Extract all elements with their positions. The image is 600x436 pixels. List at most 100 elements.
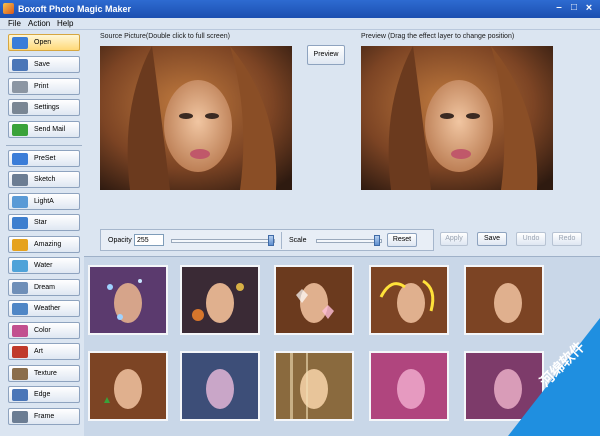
scale-slider-thumb[interactable] [374, 235, 380, 246]
effect-sketch-button[interactable]: Sketch [8, 171, 80, 188]
effect-thumbnail[interactable] [180, 265, 260, 335]
effect-thumbnail[interactable] [369, 351, 449, 421]
preview-picture[interactable] [361, 46, 553, 190]
effect-label: LightA [34, 198, 54, 205]
opacity-label: Opacity [108, 237, 132, 244]
water-icon [12, 260, 28, 272]
scale-slider[interactable] [316, 239, 382, 243]
thumbnail-image [182, 353, 258, 419]
thumbnail-image [371, 353, 447, 419]
redo-button[interactable]: Redo [552, 232, 582, 246]
effect-amazing-button[interactable]: Amazing [8, 236, 80, 253]
effect-label: PreSet [34, 155, 56, 162]
folder-icon [12, 37, 28, 49]
texture-icon [12, 368, 28, 380]
thumbnail-image [276, 353, 352, 419]
effect-thumbnail[interactable] [88, 265, 168, 335]
menu-file[interactable]: File [8, 19, 21, 28]
effect-label: Frame [34, 413, 55, 420]
sketch-icon [12, 174, 28, 186]
open-button[interactable]: Open [8, 34, 80, 51]
open-label: Open [34, 39, 52, 46]
close-button[interactable]: × [582, 2, 596, 15]
minimize-button[interactable]: – [552, 2, 566, 15]
menu-bar: File Action Help [0, 18, 600, 30]
effect-label: Star [34, 219, 47, 226]
reset-button[interactable]: Reset [387, 233, 417, 247]
undo-button[interactable]: Undo [516, 232, 546, 246]
scale-label: Scale [289, 237, 307, 244]
effect-label: Edge [34, 391, 51, 398]
effect-thumbnail[interactable] [180, 351, 260, 421]
star-icon [12, 217, 28, 229]
effect-preset-button[interactable]: PreSet [8, 150, 80, 167]
maximize-button[interactable]: □ [567, 2, 581, 15]
app-icon [3, 3, 14, 14]
opacity-slider-thumb[interactable] [268, 235, 274, 246]
effect-label: Texture [34, 370, 57, 377]
menu-action[interactable]: Action [28, 19, 50, 28]
effect-edge-button[interactable]: Edge [8, 386, 80, 403]
effect-label: Weather [34, 305, 61, 312]
thumbnail-image [90, 353, 166, 419]
save-button[interactable]: Save [8, 56, 80, 73]
effect-thumbnail[interactable] [274, 265, 354, 335]
preview-button[interactable]: Preview [307, 45, 345, 65]
effect-dream-button[interactable]: Dream [8, 279, 80, 296]
frame-icon [12, 411, 28, 423]
print-icon [12, 81, 28, 93]
effect-label: Dream [34, 284, 56, 291]
save-label: Save [34, 61, 50, 68]
edge-icon [12, 389, 28, 401]
settings-button[interactable]: Settings [8, 99, 80, 116]
effect-label: Amazing [34, 241, 62, 248]
thumbnail-image [371, 267, 447, 333]
effect-art-button[interactable]: Art [8, 343, 80, 360]
effect-lighta-button[interactable]: LightA [8, 193, 80, 210]
save-effect-button[interactable]: Save [477, 232, 507, 246]
portrait-image [361, 46, 553, 190]
effect-star-button[interactable]: Star [8, 214, 80, 231]
effect-color-button[interactable]: Color [8, 322, 80, 339]
gear-icon [12, 102, 28, 114]
thumbnail-image [90, 267, 166, 333]
preview-caption: Preview (Drag the effect layer to change… [361, 33, 515, 40]
portrait-image [100, 46, 292, 190]
settings-label: Settings [34, 104, 60, 111]
control-divider [281, 232, 282, 249]
sidebar: Open Save Print Settings Send Mail PreSe… [4, 32, 82, 434]
effect-thumbnail[interactable] [369, 265, 449, 335]
thumbnail-image [182, 267, 258, 333]
effect-texture-button[interactable]: Texture [8, 365, 80, 382]
send-mail-label: Send Mail [34, 126, 66, 133]
effect-frame-button[interactable]: Frame [8, 408, 80, 425]
effect-label: Art [34, 348, 43, 355]
source-caption: Source Picture(Double click to full scre… [100, 33, 230, 40]
save-icon [12, 59, 28, 71]
effect-thumbnail[interactable] [274, 351, 354, 421]
effect-label: Color [34, 327, 51, 334]
effect-weather-button[interactable]: Weather [8, 300, 80, 317]
effect-label: Sketch [34, 176, 56, 183]
effect-controls: Opacity Scale Reset [100, 229, 434, 251]
mail-arrow-icon [12, 124, 28, 136]
color-icon [12, 325, 28, 337]
preset-icon [12, 153, 28, 165]
sidebar-divider [6, 145, 82, 146]
opacity-input[interactable] [134, 234, 164, 246]
effect-water-button[interactable]: Water [8, 257, 80, 274]
send-mail-button[interactable]: Send Mail [8, 121, 80, 138]
effect-thumbnail[interactable] [88, 351, 168, 421]
amazing-icon [12, 239, 28, 251]
window-title: Boxoft Photo Magic Maker [18, 4, 132, 14]
source-picture[interactable] [100, 46, 292, 190]
print-label: Print [34, 83, 49, 90]
light-icon [12, 196, 28, 208]
print-button[interactable]: Print [8, 78, 80, 95]
art-icon [12, 346, 28, 358]
apply-button[interactable]: Apply [440, 232, 468, 246]
watermark: 河绵软件 [508, 318, 600, 436]
menu-help[interactable]: Help [57, 19, 73, 28]
opacity-slider[interactable] [171, 239, 275, 243]
effect-label: Water [34, 262, 53, 269]
